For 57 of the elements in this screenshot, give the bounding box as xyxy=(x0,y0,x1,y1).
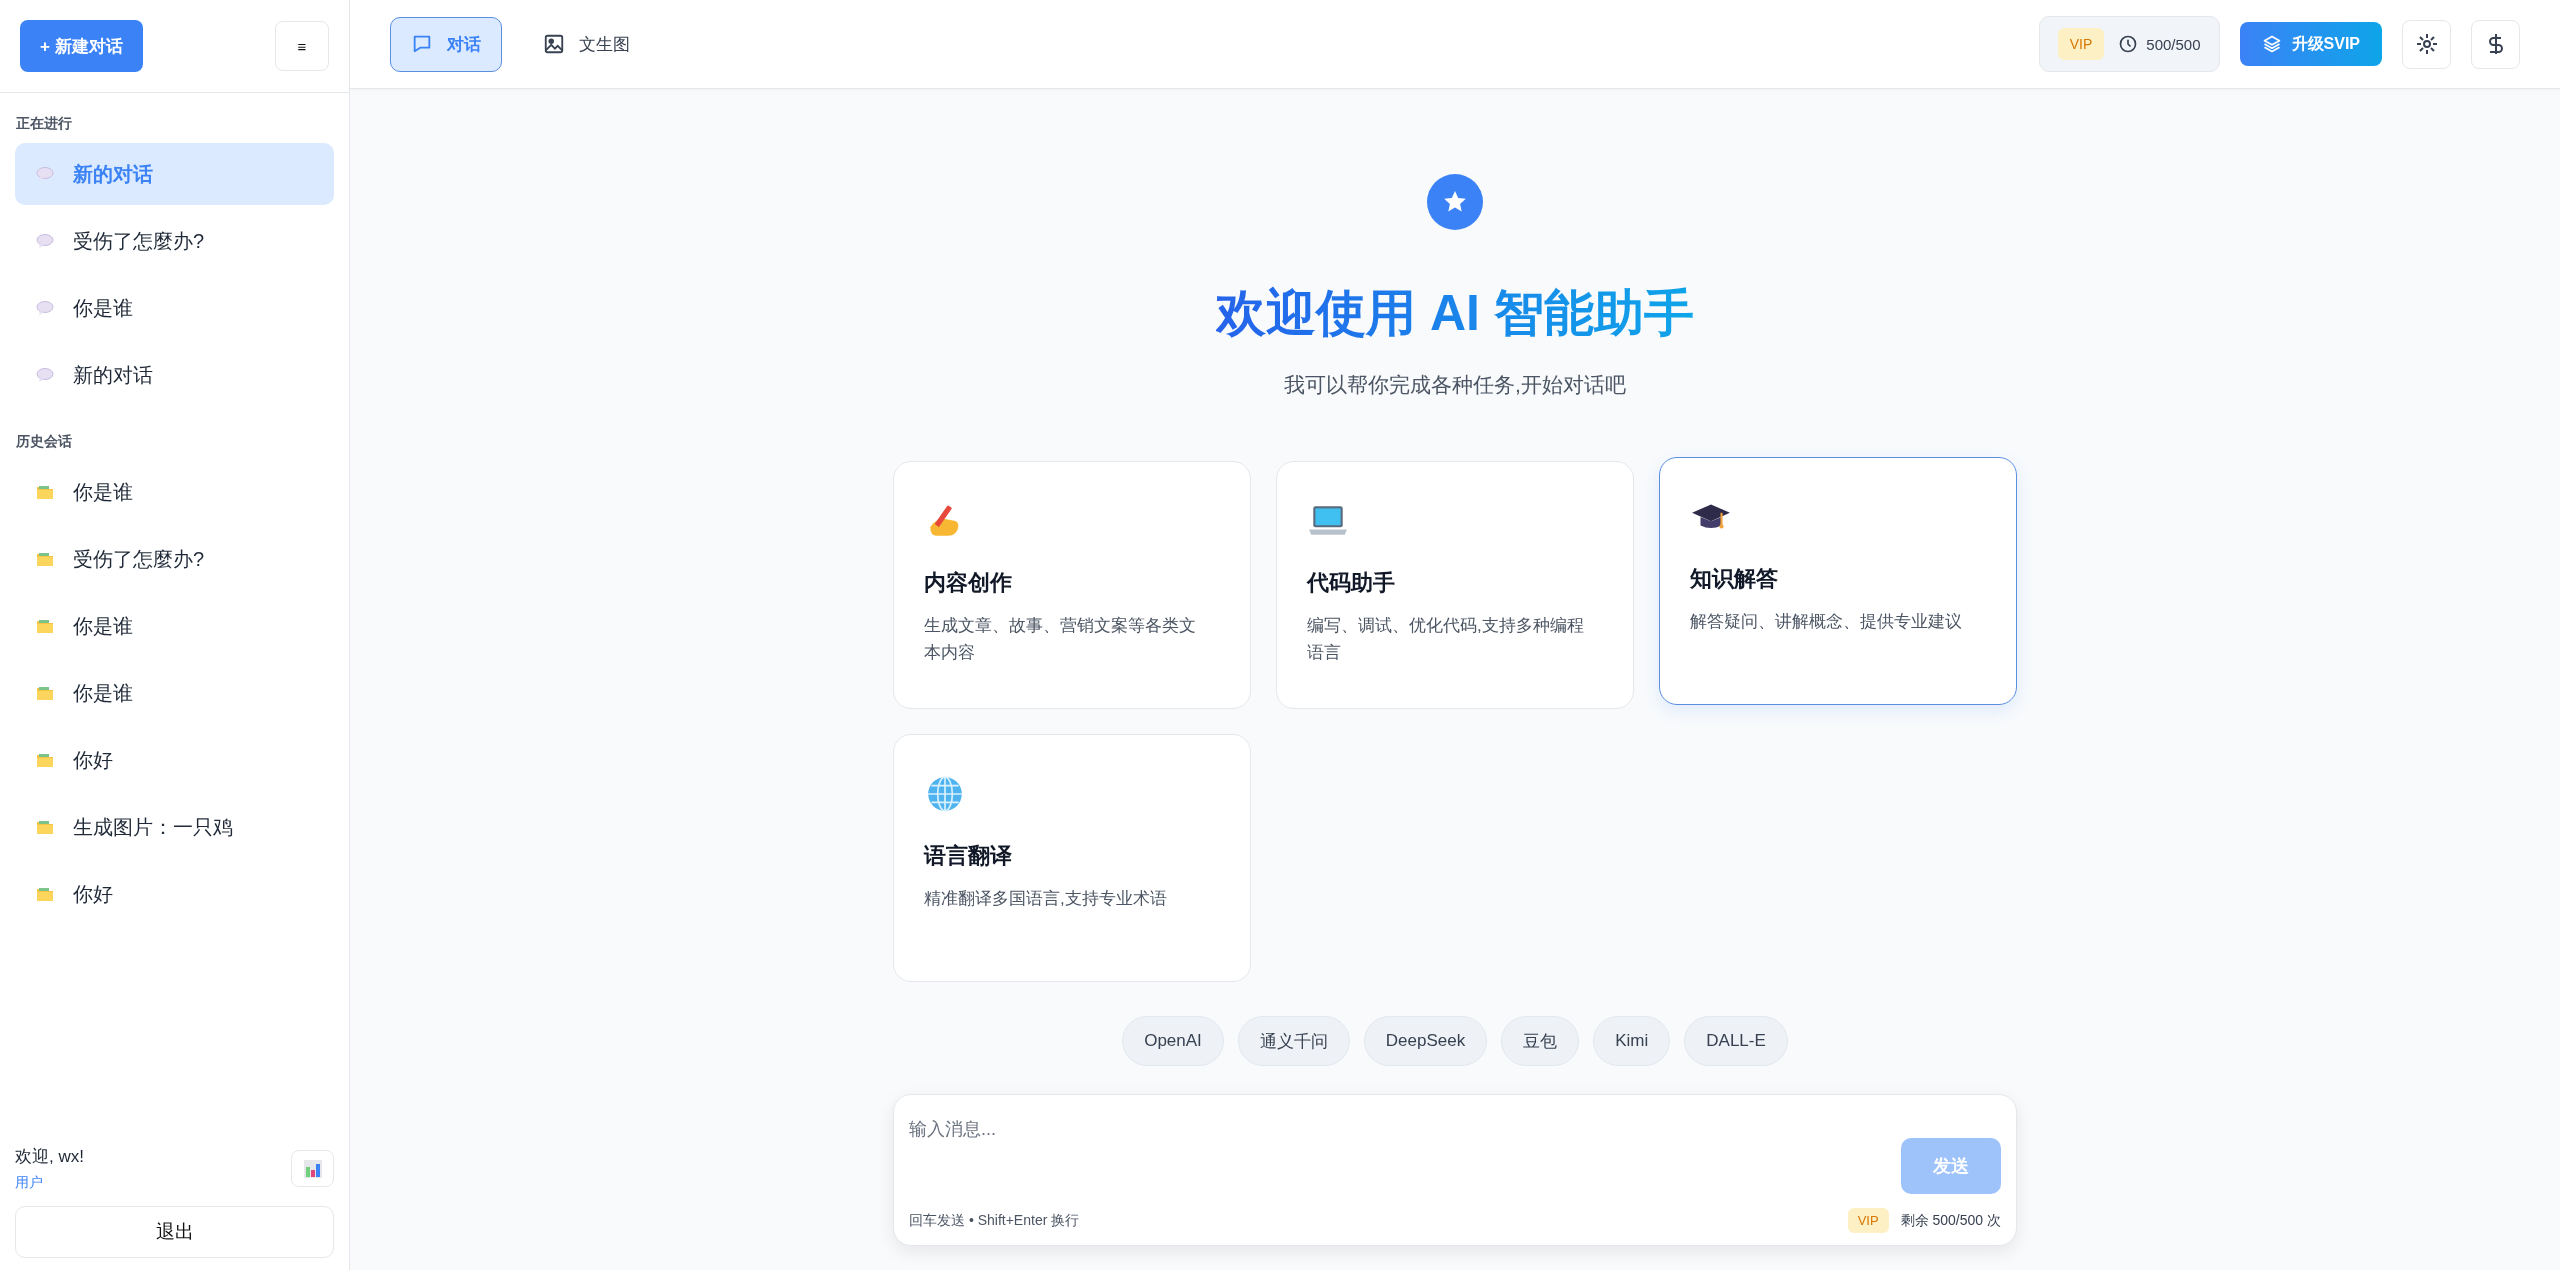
speech-bubble-icon xyxy=(35,298,55,318)
card-description: 解答疑问、讲解概念、提供专业建议 xyxy=(1690,611,1963,633)
quota-text: 500/500 xyxy=(2146,35,2201,53)
feature-card[interactable]: 知识解答 解答疑问、讲解概念、提供专业建议 xyxy=(1659,457,2017,705)
welcome-text: 欢迎, wx! xyxy=(15,1146,84,1168)
conversation-item[interactable]: 你是谁 xyxy=(15,595,334,657)
conversation-item[interactable]: 生成图片：一只鸡 xyxy=(15,796,334,858)
conversation-item[interactable]: 你好 xyxy=(15,729,334,791)
model-chip[interactable]: 豆包 xyxy=(1501,1016,1580,1066)
stats-button[interactable] xyxy=(291,1150,334,1187)
vip-badge: VIP xyxy=(1847,1208,1889,1233)
feature-card[interactable]: 语言翻译 精准翻译多国语言,支持专业术语 xyxy=(893,734,1251,982)
new-chat-button[interactable]: + 新建对话 xyxy=(20,20,143,72)
card-description: 编写、调试、优化代码,支持多种编程语言 xyxy=(1307,615,1585,665)
card-title: 语言翻译 xyxy=(924,842,1013,870)
model-chip[interactable]: 通义千问 xyxy=(1237,1016,1350,1066)
speech-bubble-icon xyxy=(35,164,55,184)
feature-card[interactable]: 内容创作 生成文章、故事、营销文案等各类文本内容 xyxy=(893,461,1251,709)
theme-button[interactable] xyxy=(2402,19,2451,69)
section-title: 正在进行 xyxy=(15,114,73,133)
bar-chart-icon xyxy=(302,1158,323,1179)
layers-icon xyxy=(2261,34,2282,54)
model-chip[interactable]: DALL-E xyxy=(1684,1016,1788,1066)
speech-bubble-icon xyxy=(35,365,55,385)
clock-icon xyxy=(2118,34,2139,54)
conversation-item[interactable]: 你是谁 xyxy=(15,662,334,724)
feature-card[interactable]: 代码助手 编写、调试、优化代码,支持多种编程语言 xyxy=(1276,461,1634,709)
card-description: 生成文章、故事、营销文案等各类文本内容 xyxy=(924,615,1197,665)
remaining-count: 剩余 500/500 次 xyxy=(1900,1211,2001,1230)
conversation-item[interactable]: 受伤了怎麼办? xyxy=(15,528,334,590)
conversation-item[interactable]: 你是谁 xyxy=(15,277,334,339)
conversation-item[interactable]: 受伤了怎麼办? xyxy=(15,210,334,272)
user-role: 用户 xyxy=(15,1174,44,1192)
speech-bubble-icon xyxy=(35,231,55,251)
chat-icon xyxy=(411,33,433,55)
sun-icon xyxy=(2414,32,2439,56)
image-icon xyxy=(543,33,565,55)
section-title: 历史会话 xyxy=(15,432,73,451)
model-chip[interactable]: Kimi xyxy=(1593,1016,1671,1066)
model-chip[interactable]: OpenAI xyxy=(1122,1016,1224,1066)
shortcut-hint: 回车发送 • Shift+Enter 换行 xyxy=(909,1211,1081,1230)
message-input-field[interactable]: 输入消息... 发送 回车发送 • Shift+Enter 换行 VIP 剩余 500/500 次 xyxy=(893,1094,2017,1246)
conversation-item[interactable]: 你好 xyxy=(15,863,334,925)
conversation-item[interactable]: 你是谁 xyxy=(15,461,334,523)
card-description: 精准翻译多国语言,支持专业术语 xyxy=(924,888,1168,910)
card-title: 代码助手 xyxy=(1307,569,1396,597)
tab[interactable]: 文生图 xyxy=(522,16,651,72)
star-logo-icon xyxy=(1427,174,1483,230)
card-title: 内容创作 xyxy=(924,569,1013,597)
pricing-button[interactable] xyxy=(2471,19,2520,69)
logout-button[interactable]: 退出 xyxy=(15,1206,334,1258)
vip-badge: VIP xyxy=(2057,28,2105,60)
model-chip[interactable]: DeepSeek xyxy=(1363,1016,1488,1066)
welcome-subtitle: 我可以帮你完成各种任务,开始对话吧 xyxy=(1284,372,1626,398)
card-title: 知识解答 xyxy=(1690,565,1779,593)
menu-button[interactable]: ≡ xyxy=(275,21,329,71)
conversation-item[interactable]: 新的对话 xyxy=(15,344,334,406)
